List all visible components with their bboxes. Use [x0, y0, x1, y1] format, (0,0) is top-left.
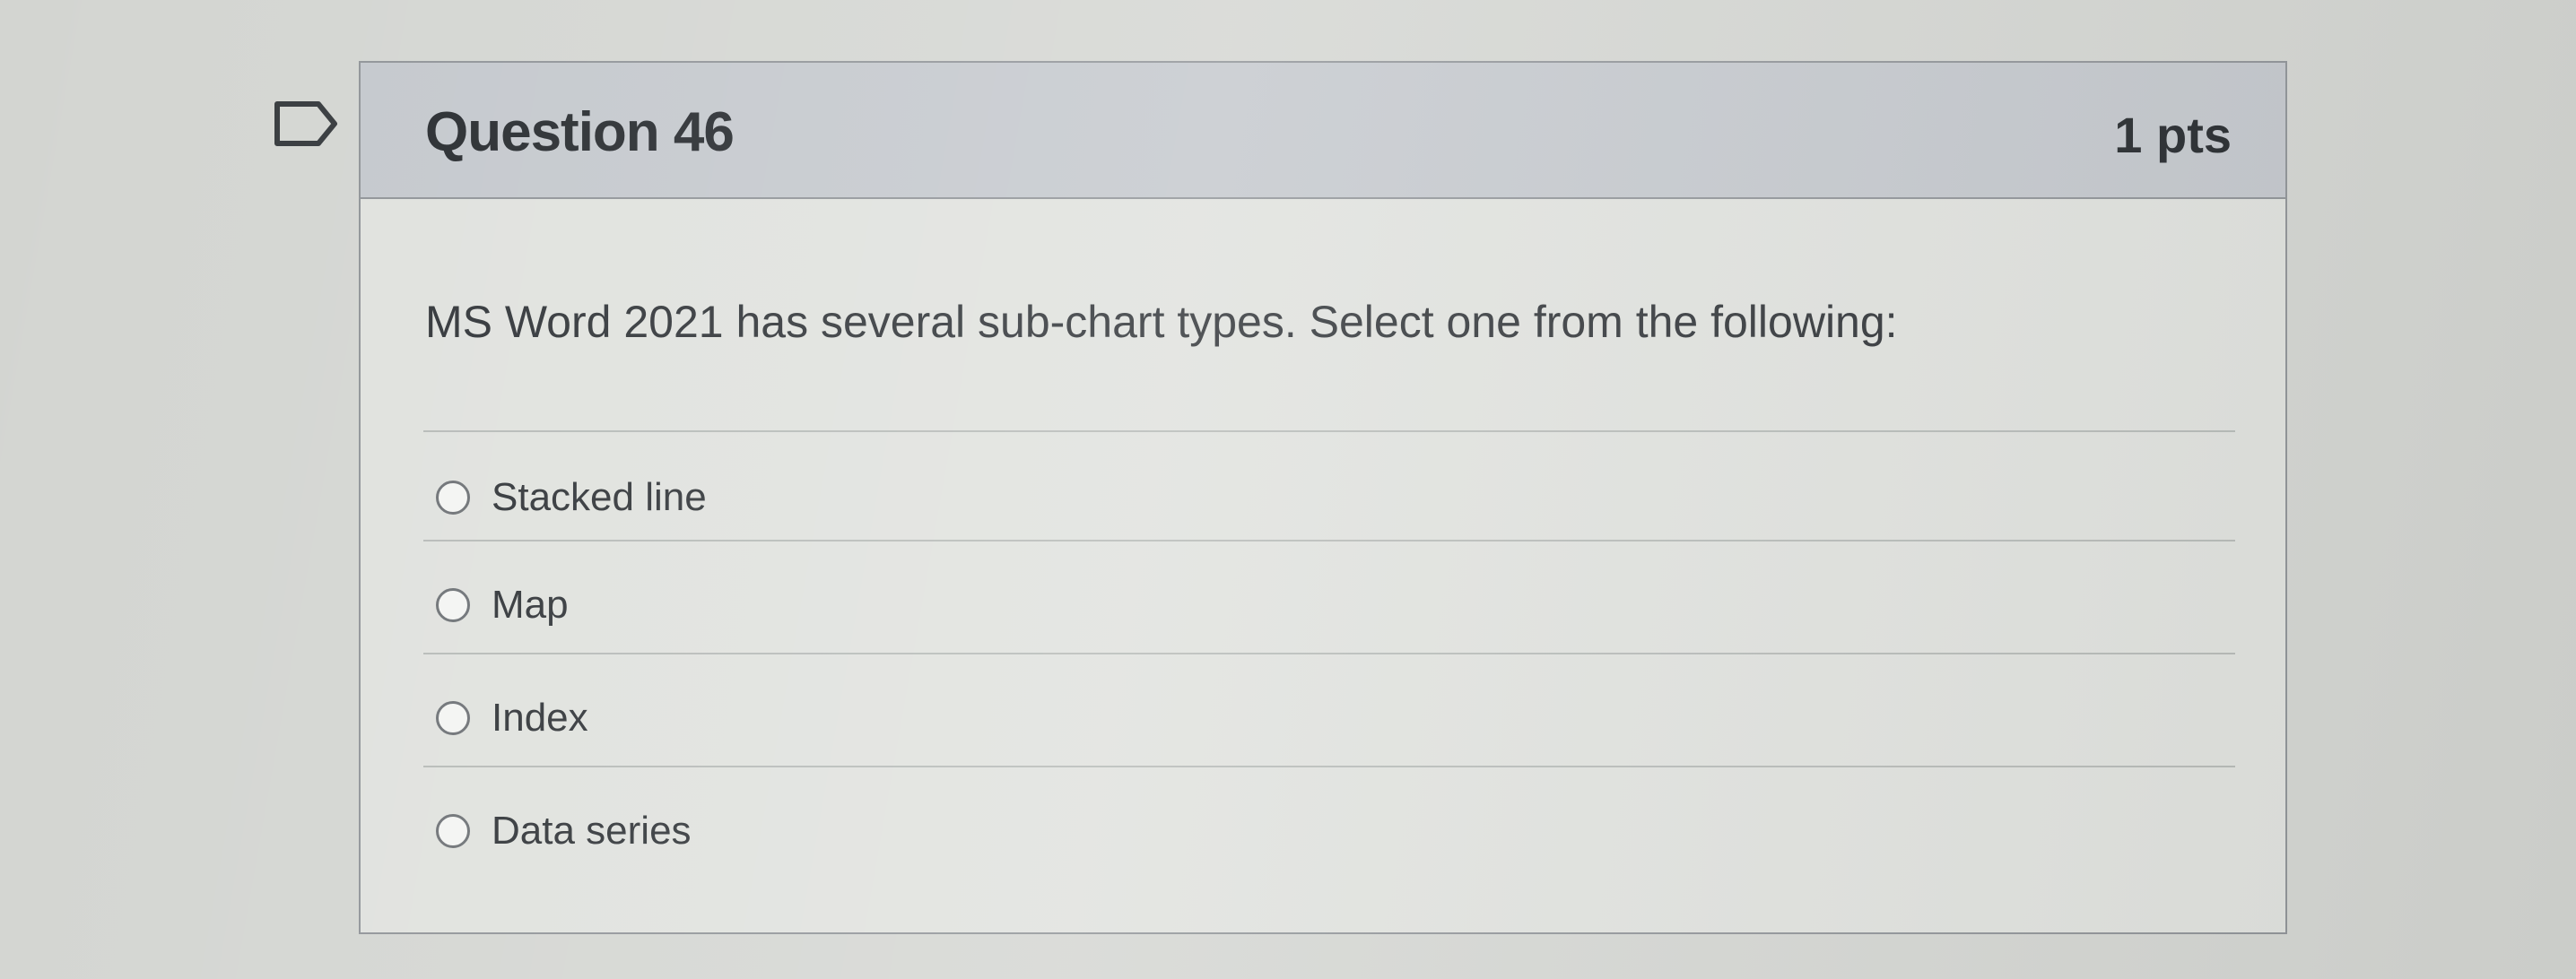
answer-option-index[interactable]: Index	[423, 669, 2235, 767]
answer-divider	[423, 540, 2235, 541]
answer-option-map[interactable]: Map	[423, 556, 2235, 654]
answer-label: Stacked line	[492, 475, 707, 519]
answer-divider	[423, 653, 2235, 654]
answer-option-data-series[interactable]: Data series	[423, 782, 2235, 880]
question-points: 1 pts	[2114, 107, 2232, 163]
radio-button[interactable]	[436, 481, 470, 515]
answer-label: Map	[492, 583, 569, 627]
radio-button[interactable]	[436, 588, 470, 622]
answer-divider	[423, 766, 2235, 767]
answer-label: Index	[492, 696, 588, 740]
answer-option-stacked-line[interactable]: Stacked line	[423, 448, 2235, 547]
question-header: Question 46 1 pts	[361, 63, 2285, 199]
radio-button[interactable]	[436, 701, 470, 735]
question-text: MS Word 2021 has several sub-chart types…	[425, 297, 1898, 347]
flag-question-icon[interactable]	[274, 100, 338, 147]
answer-label: Data series	[492, 809, 692, 853]
question-title: Question 46	[425, 101, 735, 163]
question-card: Question 46 1 pts MS Word 2021 has sever…	[359, 61, 2287, 934]
answer-divider	[423, 430, 2235, 432]
radio-button[interactable]	[436, 814, 470, 848]
